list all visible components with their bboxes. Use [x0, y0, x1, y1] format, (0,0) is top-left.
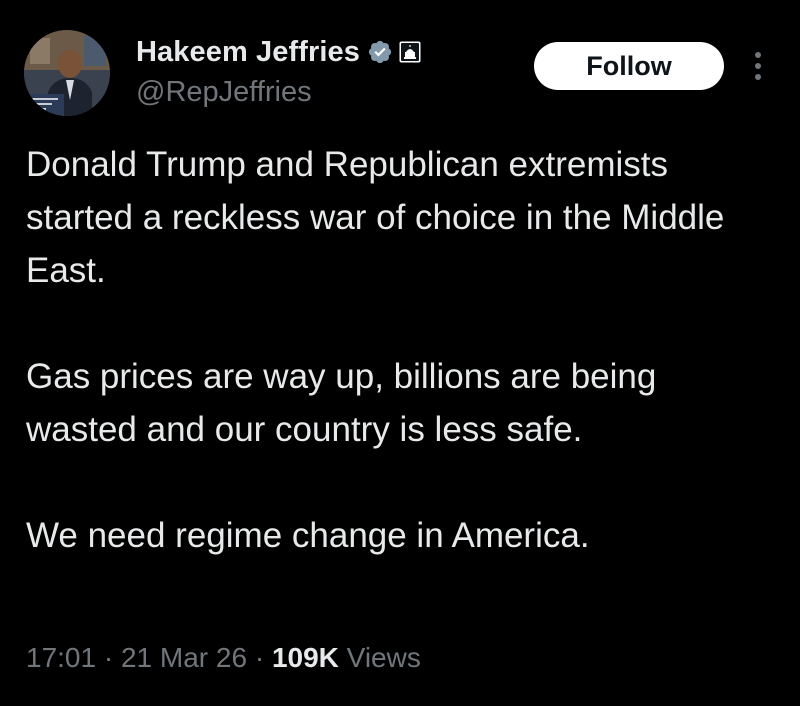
display-name[interactable]: Hakeem Jeffries [136, 36, 360, 69]
tweet-paragraph: We need regime change in America. [26, 516, 590, 555]
vertical-ellipsis-icon [755, 52, 761, 80]
author-handle[interactable]: @RepJeffries [136, 76, 312, 109]
tweet-text: Donald Trump and Republican extremists s… [26, 138, 766, 562]
meta-separator: · [103, 642, 114, 673]
avatar-photo [24, 30, 110, 116]
tweet-time[interactable]: 17:01 [26, 642, 96, 673]
tweet-card: Hakeem Jeffries @RepJeffries Follow Dona… [0, 0, 800, 706]
tweet-paragraph: Donald Trump and Republican extremists s… [26, 145, 725, 290]
avatar[interactable] [24, 30, 110, 116]
more-options-button[interactable] [746, 48, 770, 84]
verified-checkmark-icon[interactable] [367, 39, 393, 65]
views-label: Views [346, 642, 421, 673]
tweet-meta: 17:01 · 21 Mar 26 · 109K Views [26, 642, 421, 674]
follow-button[interactable]: Follow [534, 42, 724, 90]
views-count[interactable]: 109K [272, 642, 339, 673]
meta-separator: · [254, 642, 265, 673]
tweet-paragraph: Gas prices are way up, billions are bein… [26, 357, 657, 449]
author-name-row: Hakeem Jeffries [136, 34, 421, 70]
us-capitol-icon[interactable] [399, 41, 421, 63]
tweet-date[interactable]: 21 Mar 26 [121, 642, 247, 673]
